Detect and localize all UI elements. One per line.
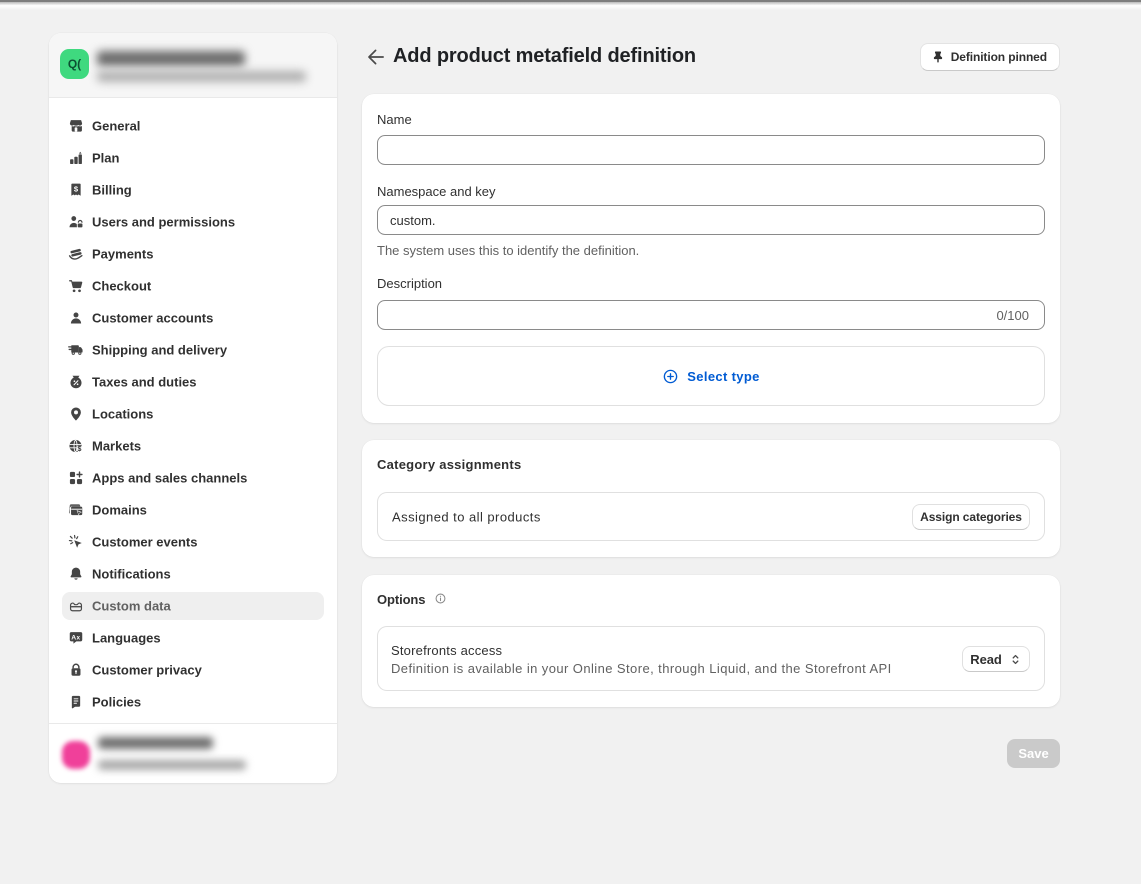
svg-text:A: A [71,634,76,641]
svg-text:$: $ [77,446,81,453]
svg-text:x: x [76,635,80,642]
